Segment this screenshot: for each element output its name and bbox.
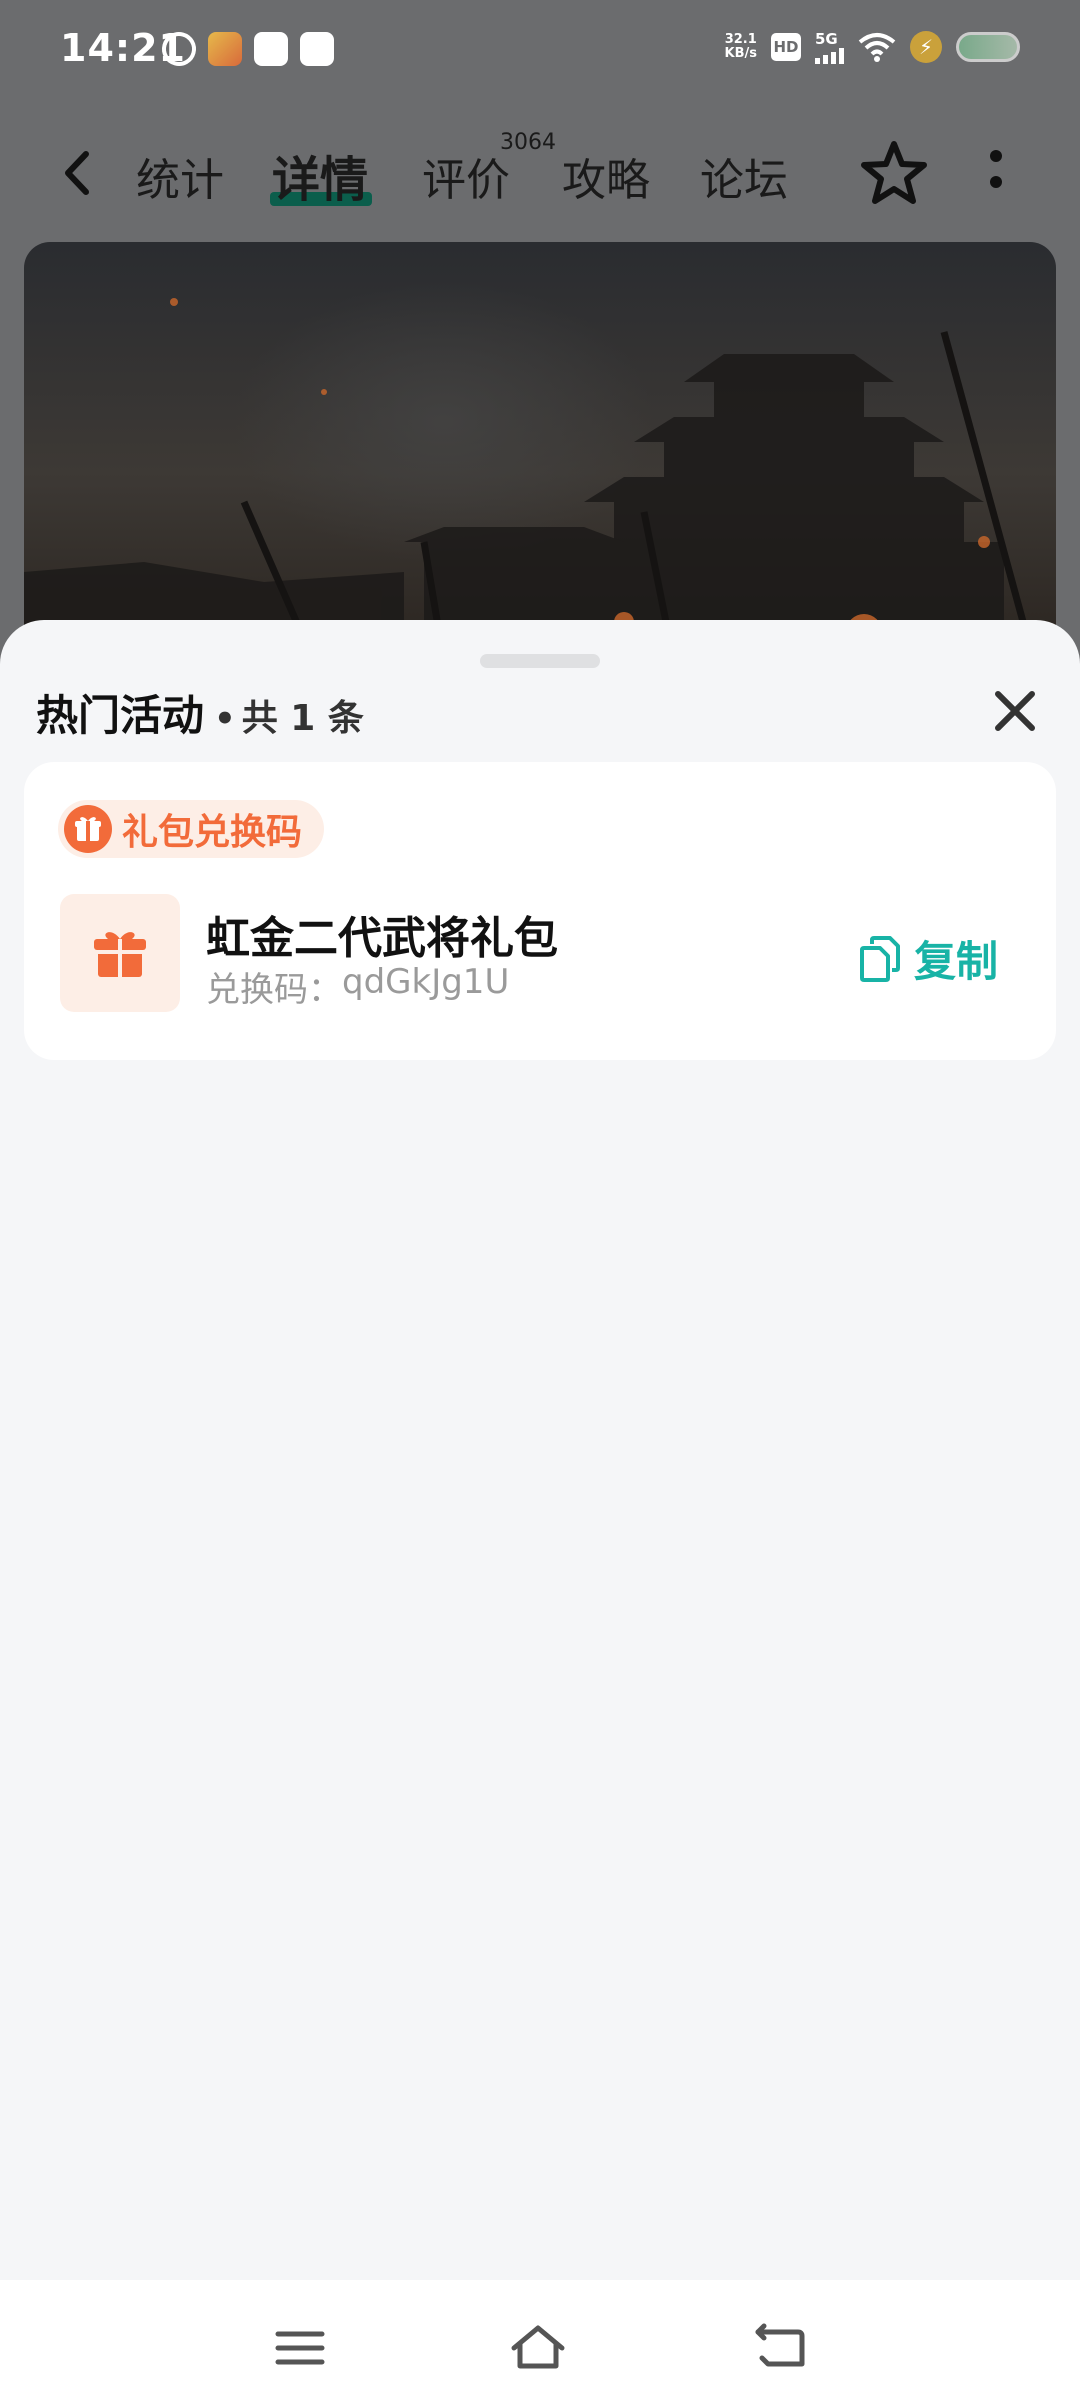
title-separator: • xyxy=(214,699,236,739)
sheet-title-text: 热门活动 xyxy=(36,691,205,740)
wifi-icon xyxy=(858,33,896,62)
network-speed: 32.1 KB/s xyxy=(725,33,757,61)
game-banner-image xyxy=(24,242,1056,662)
carrier-app-notification-icon xyxy=(300,32,334,66)
gift-code-tag: 礼包兑换码 xyxy=(58,800,325,858)
redeem-code-label: 兑换码： xyxy=(206,970,342,1010)
battery-icon xyxy=(956,32,1020,62)
tab-stats[interactable]: 统计 xyxy=(136,144,224,208)
charging-icon: ⚡ xyxy=(910,31,942,63)
gift-icon xyxy=(64,805,112,853)
menu-icon[interactable] xyxy=(272,2320,328,2376)
copy-icon xyxy=(860,935,900,982)
notification-icons xyxy=(155,25,334,73)
sync-notification-icon xyxy=(155,25,203,73)
cellular-signal-icon: 5G xyxy=(815,30,844,64)
network-type: 5G xyxy=(815,30,838,48)
gift-package-name: 虹金二代武将礼包 xyxy=(206,913,558,964)
status-indicators: 32.1 KB/s HD 5G ⚡ xyxy=(725,30,1020,64)
battlefield-artwork xyxy=(24,298,1038,662)
sheet-drag-handle[interactable] xyxy=(480,654,600,668)
status-bar: 14:21 32.1 KB/s HD 5G ⚡ xyxy=(0,0,1080,98)
hd-badge: HD xyxy=(771,33,801,61)
activities-bottom-sheet: 热门活动 • 共 1 条 礼包兑换码 虹金二代武将礼包 兑换码： qdGkJg1… xyxy=(0,620,1080,2280)
sheet-title: 热门活动 • 共 1 条 xyxy=(36,682,364,743)
close-icon[interactable] xyxy=(990,686,1040,736)
game-app-notification-icon xyxy=(208,32,242,66)
tab-forum[interactable]: 论坛 xyxy=(700,144,788,208)
star-icon[interactable] xyxy=(858,138,930,210)
system-navigation-bar xyxy=(0,2280,1080,2408)
more-vertical-icon[interactable] xyxy=(990,150,1002,200)
copy-button-label: 复制 xyxy=(914,937,999,986)
tab-details[interactable]: 详情 xyxy=(272,140,368,210)
redeem-code-value: qdGkJg1U xyxy=(342,962,510,1002)
return-icon[interactable] xyxy=(752,2320,808,2376)
activity-count: 共 1 条 xyxy=(241,698,364,739)
copy-code-button[interactable]: 复制 xyxy=(858,928,998,989)
top-navigation: 统计 详情 评价 3064 攻略 论坛 xyxy=(0,120,1080,220)
tab-reviews[interactable]: 评价 xyxy=(422,144,510,208)
tab-guides[interactable]: 攻略 xyxy=(562,144,650,208)
gift-package-icon xyxy=(60,894,180,1012)
gift-code-tag-label: 礼包兑换码 xyxy=(122,812,303,853)
chevron-left-icon[interactable] xyxy=(58,148,98,198)
redeem-code: 兑换码： qdGkJg1U xyxy=(206,962,509,1011)
network-speed-unit: KB/s xyxy=(724,46,757,61)
gift-code-card: 礼包兑换码 虹金二代武将礼包 兑换码： qdGkJg1U 复制 xyxy=(24,762,1056,1060)
message-notification-icon xyxy=(254,32,288,66)
home-icon[interactable] xyxy=(510,2320,566,2376)
review-count-badge: 3064 xyxy=(500,130,556,155)
network-speed-value: 32.1 xyxy=(724,32,757,47)
